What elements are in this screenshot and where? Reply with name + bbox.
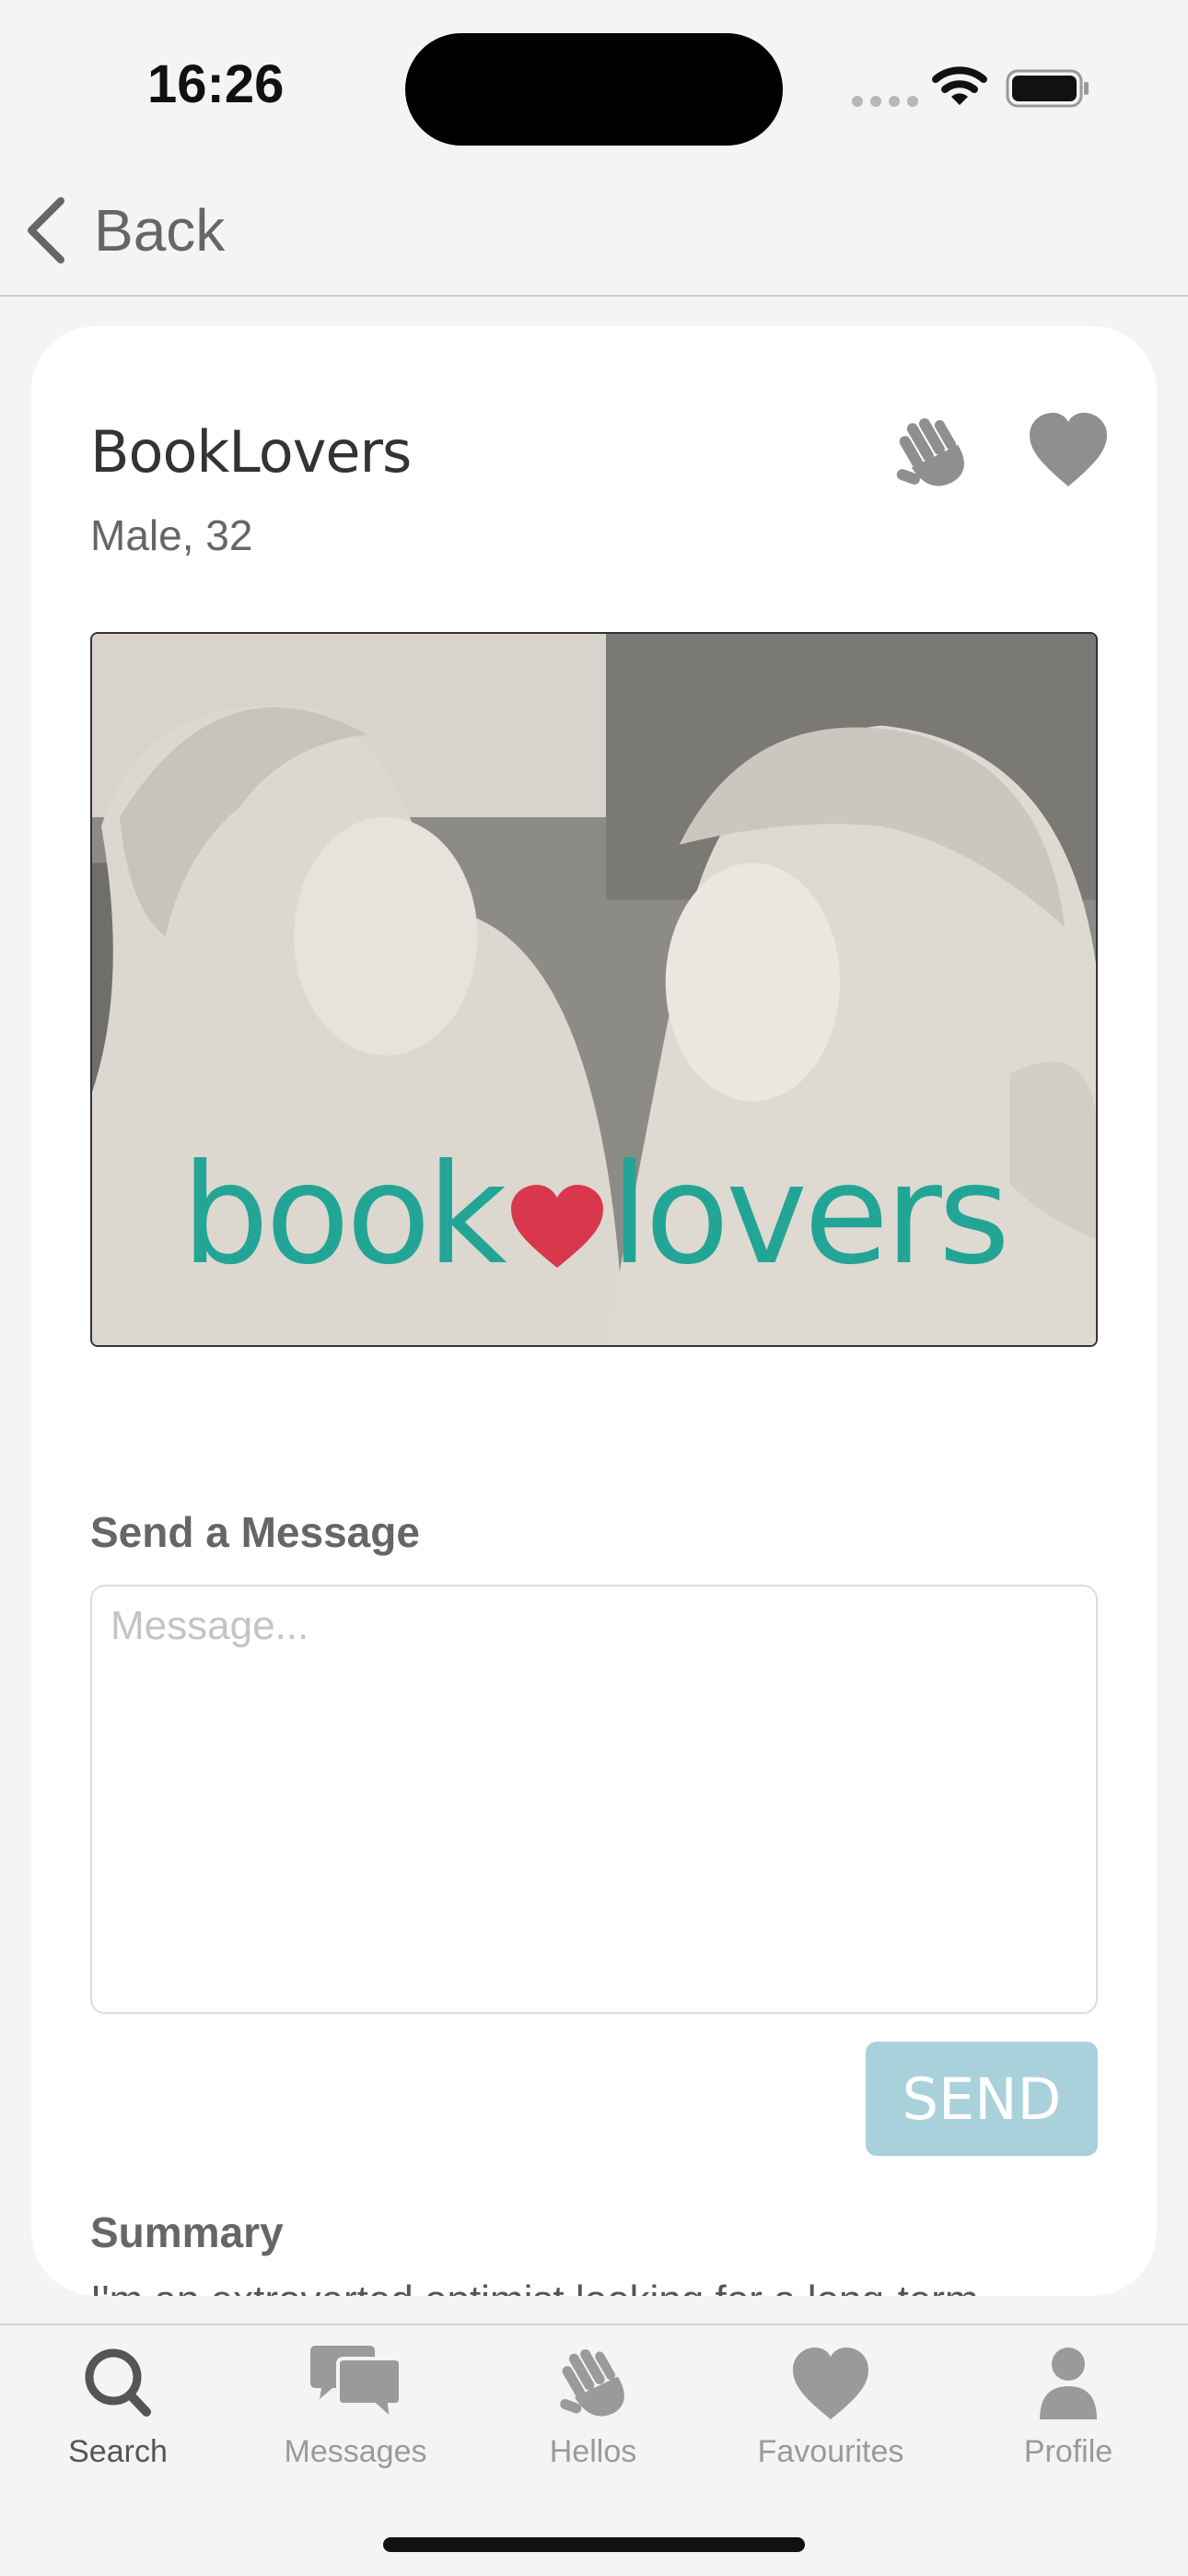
logo-heart-icon [510, 1185, 603, 1268]
battery-icon [1006, 69, 1089, 108]
cellular-signal-icon [852, 96, 918, 107]
search-icon [85, 2348, 151, 2417]
tab-label: Hellos [549, 2434, 637, 2469]
tab-messages[interactable]: Messages [245, 2342, 466, 2499]
back-button[interactable]: Back [24, 186, 225, 275]
logo-text-lovers: lovers [610, 1135, 1010, 1295]
profile-photo: book lovers [90, 632, 1098, 1347]
summary-text: I'm an extroverted optimist looking for … [90, 2277, 1103, 2296]
back-label: Back [94, 197, 226, 263]
status-time: 16:26 [147, 54, 285, 114]
tab-search[interactable]: Search [7, 2342, 228, 2499]
tab-label: Favourites [757, 2434, 904, 2469]
tab-label: Profile [1023, 2434, 1113, 2469]
logo-text-book: book [181, 1135, 507, 1295]
send-message-heading: Send a Message [90, 1508, 420, 1556]
summary-heading: Summary [90, 2208, 284, 2256]
status-bar: 16:26 [0, 0, 1188, 166]
tab-label: Search [68, 2434, 168, 2469]
profile-card: BookLovers Male, 32 book lovers Send a M… [31, 326, 1157, 2296]
send-button[interactable]: SEND [866, 2042, 1098, 2156]
tab-label: Messages [284, 2434, 427, 2469]
chevron-left-icon [28, 197, 64, 263]
booklovers-logo: book lovers [92, 1146, 1096, 1284]
tab-profile[interactable]: Profile [958, 2342, 1179, 2499]
heart-icon[interactable] [1024, 407, 1112, 496]
profile-gender-age: Male, 32 [90, 511, 253, 559]
profile-name: BookLovers [90, 418, 412, 486]
home-indicator [383, 2537, 805, 2552]
dynamic-island [405, 33, 783, 146]
chat-bubbles-icon [310, 2346, 402, 2425]
wave-hand-icon[interactable] [888, 407, 976, 496]
wifi-icon [932, 66, 987, 105]
wave-hand-icon [560, 2348, 624, 2417]
message-input[interactable] [90, 1585, 1098, 2014]
person-icon [1040, 2348, 1097, 2419]
nav-bar: Back [0, 166, 1188, 297]
tab-hellos[interactable]: Hellos [483, 2342, 704, 2499]
tab-favourites[interactable]: Favourites [720, 2342, 941, 2499]
heart-icon [793, 2348, 868, 2419]
